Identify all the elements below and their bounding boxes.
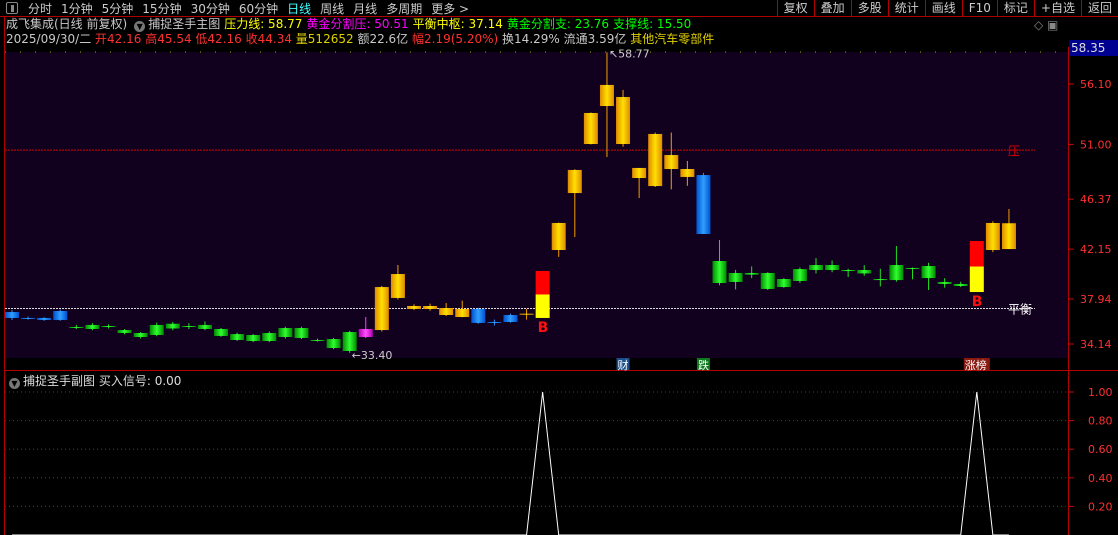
event-label: 财 <box>618 358 629 372</box>
sub-axis-label: 0.80 <box>1088 415 1113 428</box>
candle-body <box>728 272 743 282</box>
candle-body <box>599 84 614 107</box>
candle-body <box>616 97 631 145</box>
candle-body <box>905 267 920 269</box>
candle-body <box>149 324 164 336</box>
candle-body <box>358 328 373 338</box>
candle-body <box>792 269 807 282</box>
candle-body <box>230 334 245 340</box>
candle-body <box>390 274 405 298</box>
candle-body <box>712 261 727 284</box>
candle-body <box>21 317 36 319</box>
axis-tick-label: 37.94 <box>1080 293 1112 306</box>
candle-body <box>632 167 647 179</box>
candle-body <box>776 279 791 288</box>
candle-body <box>374 287 389 331</box>
sub-axis-label: 0.40 <box>1088 472 1113 485</box>
candle-body <box>503 314 518 322</box>
buy-signal-line <box>12 391 1009 535</box>
sub-axis-label: 0.20 <box>1088 500 1113 513</box>
event-label: 跌 <box>698 358 709 372</box>
candle-body <box>85 324 100 329</box>
candle-body <box>326 339 341 349</box>
candle-body <box>310 339 325 341</box>
low-annotation: ←33.40 <box>352 349 393 362</box>
candle-body <box>680 169 695 177</box>
candle-body <box>53 310 68 320</box>
candle-body <box>455 308 470 318</box>
event-label: 涨榜 <box>965 358 987 372</box>
candle-body <box>937 281 952 284</box>
chart-svg: 压平衡 B B ↖58.77 ←33.40 56.10 51.00 46.37 42.15 37.… <box>5 47 1113 535</box>
candle-body <box>760 272 775 289</box>
candle-body <box>809 265 823 271</box>
candle-body <box>133 332 148 338</box>
candle-body <box>551 223 566 250</box>
candle-body <box>921 265 936 279</box>
candle-body <box>519 313 534 315</box>
candle-body <box>583 113 598 145</box>
high-annotation: ↖58.77 <box>609 47 650 60</box>
candle-body <box>825 265 840 271</box>
axis-tick-label: 42.15 <box>1080 243 1112 256</box>
candle-body <box>117 330 132 333</box>
candle-body <box>648 133 663 187</box>
sub-axis-label: 1.00 <box>1088 386 1113 399</box>
buy-signal-label: B <box>538 320 549 336</box>
candle-body <box>37 317 52 320</box>
candle-body <box>1001 223 1016 250</box>
candle-body <box>262 332 277 342</box>
axis-tick-label: 46.37 <box>1080 193 1112 206</box>
candle-body <box>165 323 180 329</box>
candle-body <box>181 326 196 328</box>
axis-tick-label: 51.00 <box>1080 138 1112 151</box>
signal-candle-upper <box>535 270 550 295</box>
candle-body <box>744 272 759 275</box>
sub-axis-label: 0.60 <box>1088 443 1113 456</box>
pressure-label: 压 <box>1008 144 1020 158</box>
balance-label: 平衡 <box>1008 302 1032 316</box>
axis-tick-label: 56.10 <box>1080 78 1112 91</box>
candle-body <box>69 326 84 328</box>
candle-body <box>423 305 438 309</box>
candle-body <box>214 328 229 336</box>
candle-body <box>857 270 872 274</box>
candle-body <box>841 270 856 272</box>
signal-candle-upper <box>969 240 984 267</box>
candle-body <box>487 321 502 323</box>
candle-body <box>5 312 19 318</box>
signal-candle-lower <box>969 266 984 293</box>
candle-body <box>407 305 421 309</box>
candle-body <box>696 175 711 235</box>
candle-body <box>471 308 486 323</box>
candle-body <box>278 328 293 338</box>
candle-body <box>873 279 888 281</box>
candle-body <box>664 155 679 170</box>
axis-tick-label: 34.14 <box>1080 338 1112 351</box>
buy-signal-label: B <box>972 294 983 310</box>
signal-candle-lower <box>535 294 550 318</box>
candle-body <box>889 265 904 281</box>
candle-body <box>985 223 1000 250</box>
candle-body <box>439 308 454 315</box>
candle-body <box>953 283 968 286</box>
candle-body <box>294 328 309 338</box>
candle-body <box>567 169 582 194</box>
candle-body <box>197 324 212 329</box>
candle-body <box>246 335 261 342</box>
candle-body <box>101 326 116 328</box>
